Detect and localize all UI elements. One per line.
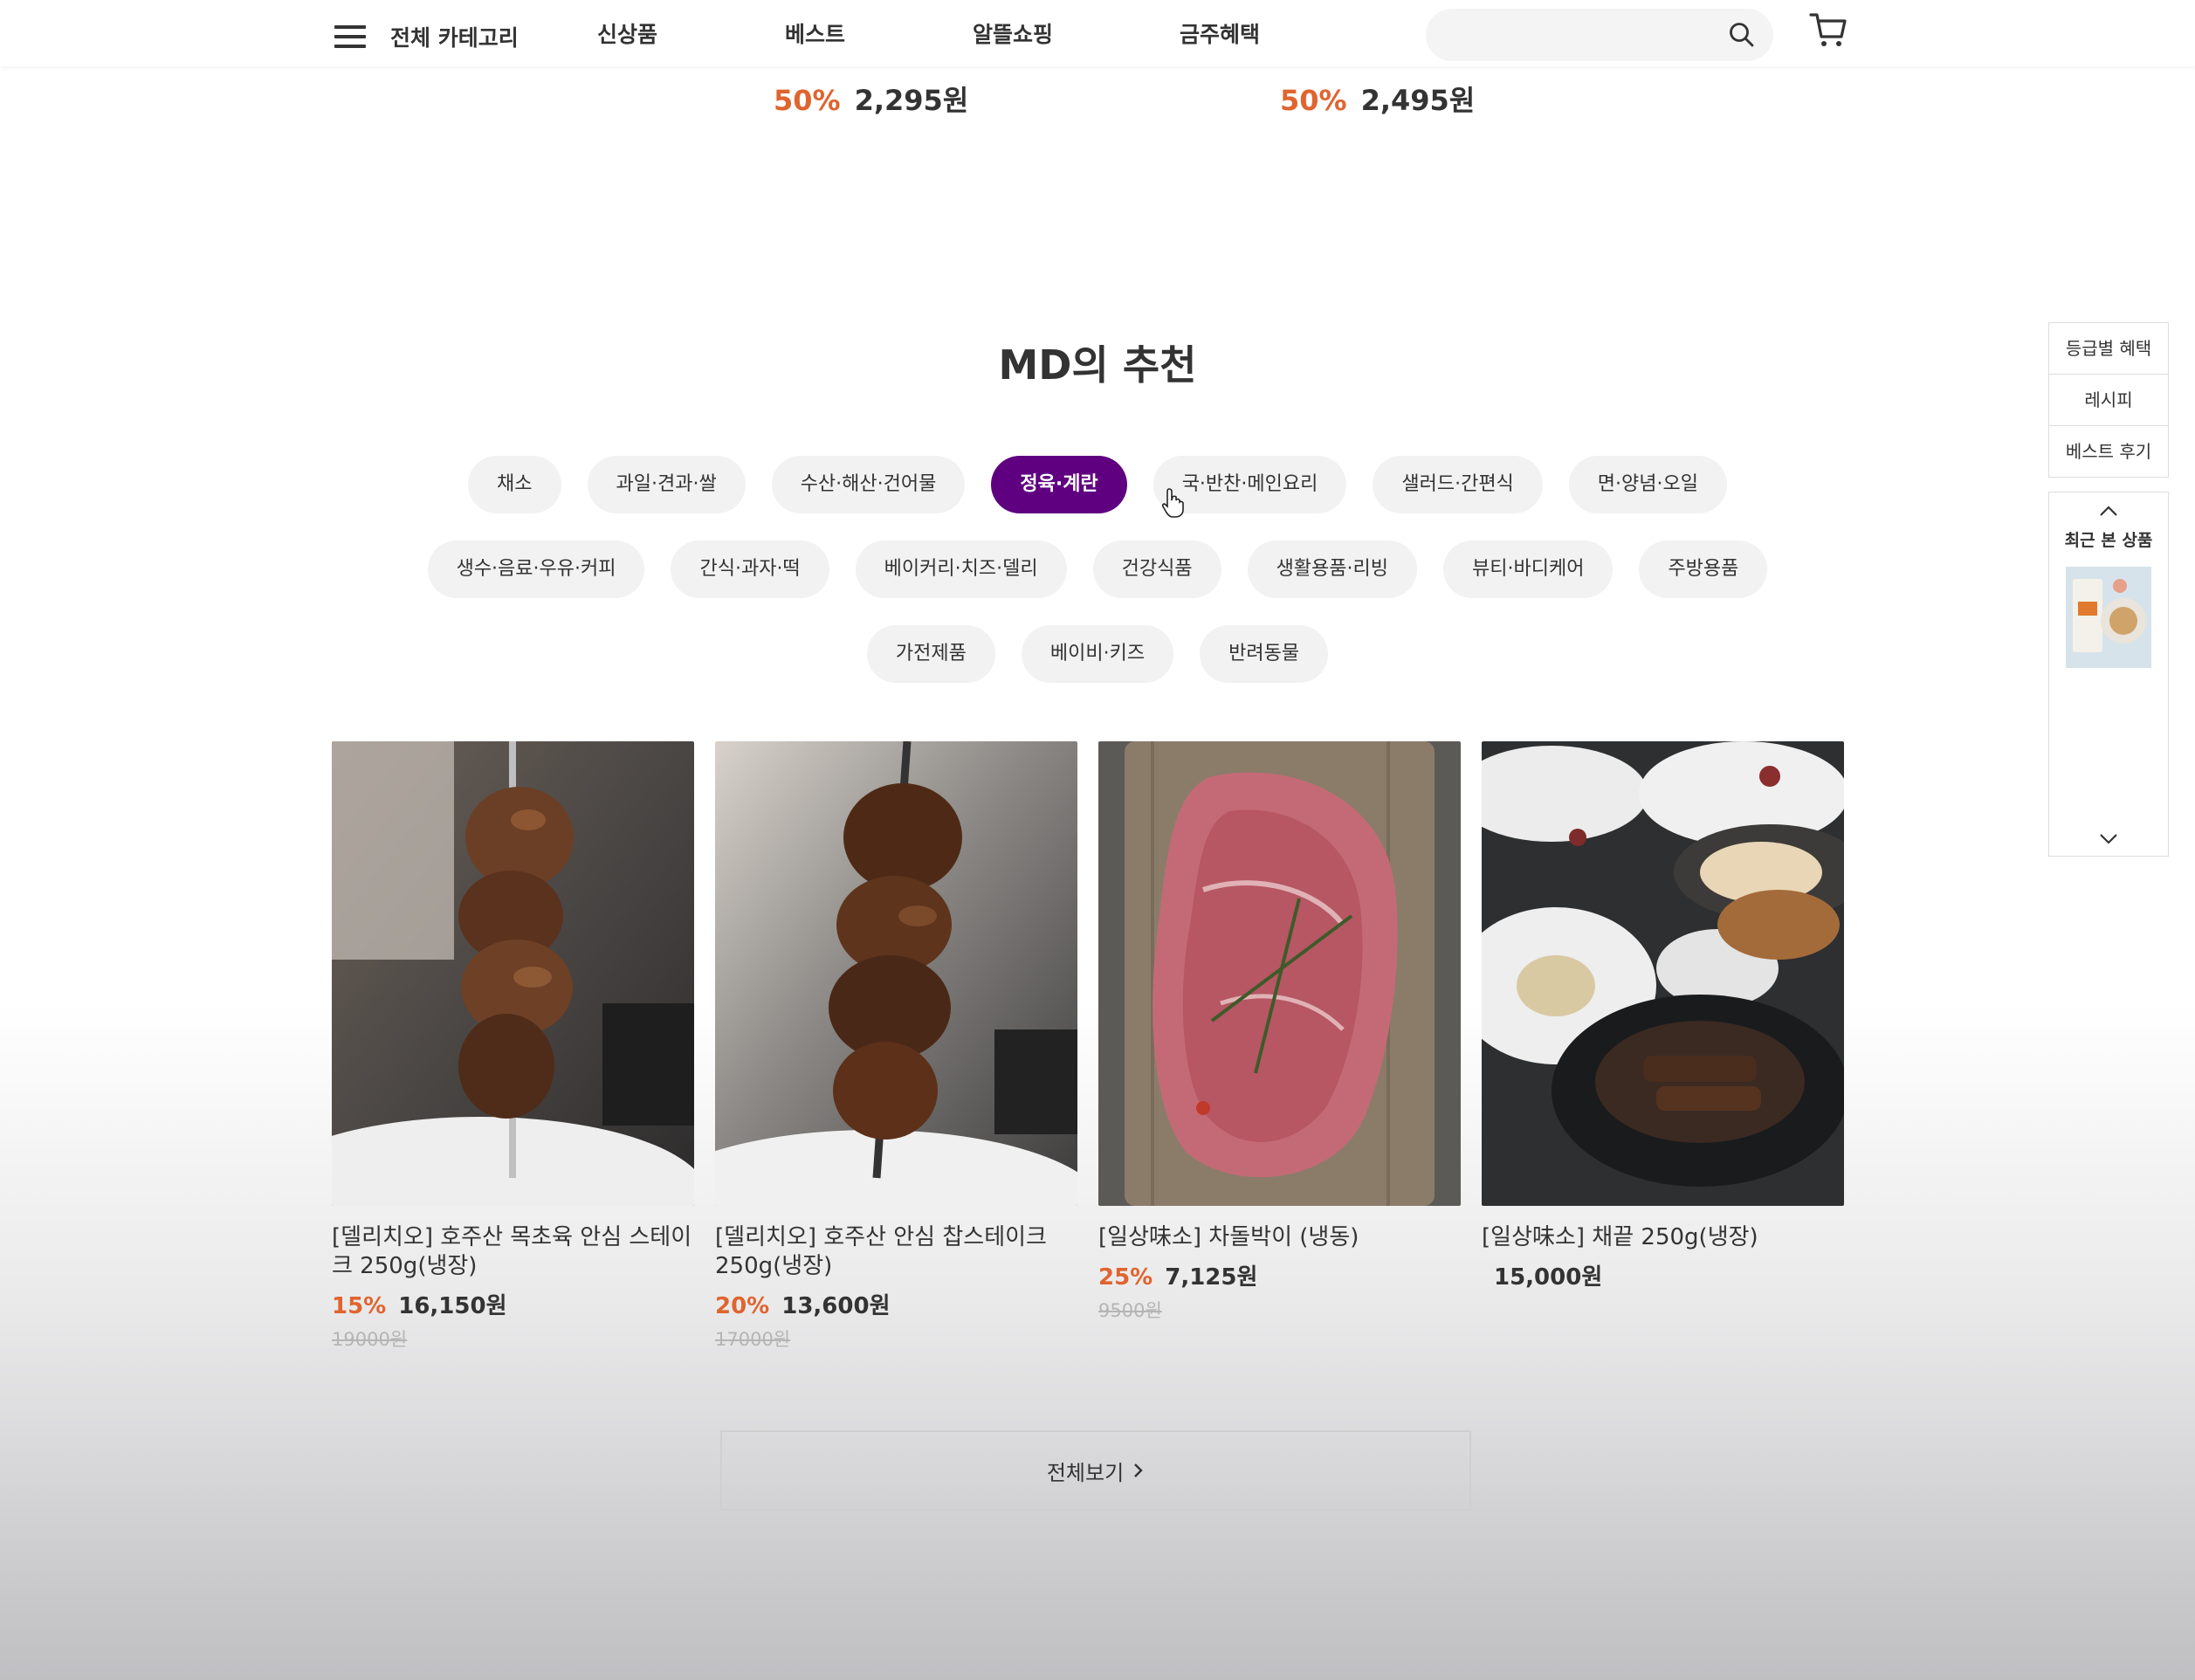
category-chip-row: 채소 과일·견과·쌀 수산·해산·건어물 정육·계란 국·반찬·메인요리 샐러드… xyxy=(0,456,2195,513)
view-all-button[interactable]: 전체보기 xyxy=(720,1430,1471,1511)
sale-price: 16,150원 xyxy=(398,1293,507,1319)
product-price: 15,000원 xyxy=(1482,1259,1844,1291)
category-chip[interactable]: 베이비·키즈 xyxy=(1021,625,1174,683)
search-input[interactable] xyxy=(1426,9,1773,61)
hamburger-icon xyxy=(334,25,366,48)
discount-rate: 50% xyxy=(774,84,841,117)
category-chip[interactable]: 뷰티·바디케어 xyxy=(1443,540,1614,598)
quick-link-recipe[interactable]: 레시피 xyxy=(2049,375,2168,426)
sale-price: 7,125원 xyxy=(1165,1264,1258,1291)
product-price: 20% 13,600원 xyxy=(715,1288,1077,1320)
product-price: 25% 7,125원 xyxy=(1098,1259,1461,1291)
product-name[interactable]: [일상味소] 채끝 250g(냉장) xyxy=(1482,1223,1844,1252)
category-chip[interactable]: 가전제품 xyxy=(866,625,995,683)
recent-products-title: 최근 본 상품 xyxy=(2064,531,2153,550)
search-icon[interactable] xyxy=(1728,21,1756,49)
sale-price: 13,600원 xyxy=(781,1293,891,1319)
product-name[interactable]: [일상味소] 차돌박이 (냉동) xyxy=(1098,1223,1461,1252)
category-chip-row: 가전제품 베이비·키즈 반려동물 xyxy=(0,625,2195,683)
sale-price: 2,495원 xyxy=(1360,84,1476,117)
product-name[interactable]: [델리치오] 호주산 안심 찹스테이크 250g(냉장) xyxy=(715,1223,1077,1281)
category-chip[interactable]: 베이커리·치즈·델리 xyxy=(855,540,1067,598)
header-bar: 전체 카테고리 신상품 베스트 알뜰쇼핑 금주혜택 xyxy=(0,0,2195,66)
chevron-down-icon[interactable] xyxy=(2098,833,2119,845)
product-image[interactable] xyxy=(715,741,1077,1206)
quick-menu: 등급별 혜택 레시피 베스트 후기 xyxy=(2048,322,2169,478)
view-all-label: 전체보기 xyxy=(1046,1460,1125,1485)
product-card[interactable]: [일상味소] 채끝 250g(냉장) 15,000원 xyxy=(1482,741,1844,1291)
product-image[interactable] xyxy=(1482,741,1844,1206)
discount-rate: 15% xyxy=(332,1293,387,1319)
category-chip[interactable]: 반려동물 xyxy=(1200,625,1329,683)
product-card[interactable]: [델리치오] 호주산 목초육 안심 스테이크 250g(냉장) 15% 16,15… xyxy=(332,741,694,1352)
category-chip[interactable]: 간식·과자·떡 xyxy=(671,540,829,598)
nav-best[interactable]: 베스트 xyxy=(785,17,845,49)
cart-icon[interactable] xyxy=(1809,10,1848,49)
sale-price: 15,000원 xyxy=(1494,1264,1603,1291)
chevron-up-icon[interactable] xyxy=(2098,505,2119,517)
all-categories-label: 전체 카테고리 xyxy=(390,25,519,51)
quick-link-best-reviews[interactable]: 베스트 후기 xyxy=(2049,426,2168,477)
category-chip[interactable]: 채소 xyxy=(468,456,561,513)
category-chip[interactable]: 면·양념·오일 xyxy=(1568,456,1727,513)
nav-new-products[interactable]: 신상품 xyxy=(597,17,657,49)
hand-cursor-icon xyxy=(1161,488,1184,518)
category-chip[interactable]: 건강식품 xyxy=(1092,540,1221,598)
all-categories-button[interactable]: 전체 카테고리 xyxy=(334,21,519,52)
prev-product-price: 50% 2,295원 xyxy=(774,79,968,119)
original-price: 17000원 xyxy=(715,1329,791,1350)
product-card[interactable]: [일상味소] 차돌박이 (냉동) 25% 7,125원 9500원 xyxy=(1098,741,1461,1323)
category-chip[interactable]: 생활용품·리빙 xyxy=(1247,540,1417,598)
recent-products-panel: 최근 본 상품 xyxy=(2048,492,2169,857)
original-price: 19000원 xyxy=(332,1329,408,1350)
recent-product-thumbnail[interactable] xyxy=(2066,567,2151,668)
product-image[interactable] xyxy=(1098,741,1461,1206)
product-name[interactable]: [델리치오] 호주산 목초육 안심 스테이크 250g(냉장) xyxy=(332,1223,694,1281)
nav-bargain[interactable]: 알뜰쇼핑 xyxy=(973,17,1053,49)
discount-rate: 50% xyxy=(1280,84,1347,117)
category-chip[interactable]: 과일·견과·쌀 xyxy=(587,456,746,513)
category-chip[interactable]: 수산·해산·건어물 xyxy=(771,456,966,513)
prev-product-price: 50% 2,495원 xyxy=(1280,79,1475,119)
product-price: 15% 16,150원 xyxy=(332,1288,694,1320)
category-chip-active[interactable]: 정육·계란 xyxy=(991,456,1127,513)
product-image[interactable] xyxy=(332,741,694,1206)
original-price: 9500원 xyxy=(1098,1300,1162,1321)
sale-price: 2,295원 xyxy=(854,84,969,117)
chevron-right-icon xyxy=(1134,1463,1143,1477)
category-chip[interactable]: 생수·음료·우유·커피 xyxy=(427,540,645,598)
discount-rate: 20% xyxy=(715,1293,770,1319)
category-chip-row: 생수·음료·우유·커피 간식·과자·떡 베이커리·치즈·델리 건강식품 생활용품… xyxy=(0,540,2195,598)
quick-link-grade-benefits[interactable]: 등급별 혜택 xyxy=(2049,323,2168,375)
nav-weekly-benefits[interactable]: 금주혜택 xyxy=(1180,17,1260,49)
product-card[interactable]: [델리치오] 호주산 안심 찹스테이크 250g(냉장) 20% 13,600원 … xyxy=(715,741,1077,1352)
discount-rate: 25% xyxy=(1098,1264,1153,1291)
section-title: MD의 추천 xyxy=(998,341,1197,389)
category-chip[interactable]: 샐러드·간편식 xyxy=(1373,456,1543,513)
category-chip[interactable]: 주방용품 xyxy=(1639,540,1768,598)
